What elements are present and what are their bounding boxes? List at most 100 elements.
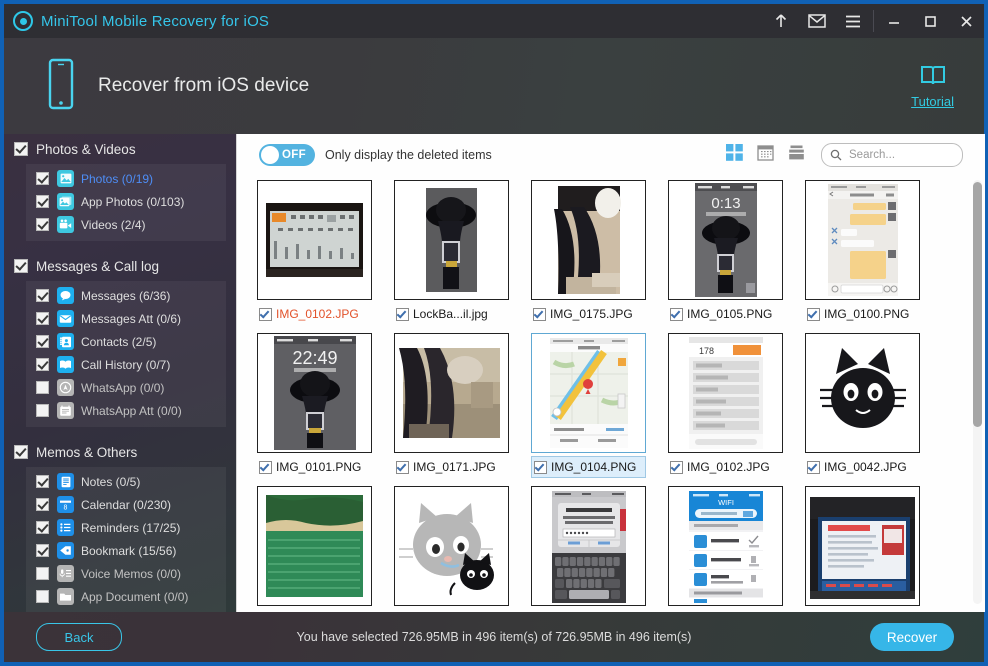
thumbnail[interactable] bbox=[531, 486, 646, 606]
minimize-icon[interactable] bbox=[876, 4, 912, 38]
thumbnail[interactable] bbox=[394, 180, 509, 300]
sidebar-group-memos-items: Notes (0/5) 8 Calendar (0/230) Reminders… bbox=[26, 467, 226, 612]
thumbnail[interactable] bbox=[394, 333, 509, 453]
search-box[interactable] bbox=[821, 143, 963, 167]
thumbnail[interactable]: 178 bbox=[668, 333, 783, 453]
sidebar-group-memos-others[interactable]: Memos & Others bbox=[4, 439, 236, 465]
sidebar-group-photos-videos[interactable]: Photos & Videos bbox=[4, 136, 236, 162]
item-checkbox[interactable] bbox=[807, 460, 820, 474]
thumbnail[interactable]: 0:13 bbox=[668, 180, 783, 300]
grid-item-selected[interactable]: IMG_0104.PNG bbox=[531, 333, 646, 478]
grid-item[interactable] bbox=[257, 486, 372, 612]
item-checkbox[interactable] bbox=[36, 590, 49, 603]
calendar-view-icon[interactable] bbox=[757, 144, 774, 166]
item-checkbox[interactable] bbox=[396, 307, 409, 321]
back-button[interactable]: Back bbox=[36, 623, 122, 651]
thumbnail[interactable]: 22:49 bbox=[257, 333, 372, 453]
grid-item[interactable]: 178 IMG_0102.JPG bbox=[668, 333, 783, 478]
mail-icon[interactable] bbox=[799, 4, 835, 38]
thumbnail[interactable] bbox=[257, 486, 372, 606]
item-checkbox[interactable] bbox=[36, 381, 49, 394]
item-checkbox[interactable] bbox=[36, 498, 49, 511]
item-checkbox[interactable] bbox=[36, 172, 49, 185]
page-header: Recover from iOS device Tutorial bbox=[4, 38, 984, 134]
item-checkbox[interactable] bbox=[36, 358, 49, 371]
item-checkbox[interactable] bbox=[670, 460, 683, 474]
thumbnail[interactable] bbox=[257, 180, 372, 300]
sidebar-item-photos[interactable]: Photos (0/19) bbox=[26, 167, 226, 190]
grid-item[interactable]: IMG_0100.PNG bbox=[805, 180, 920, 325]
thumbnail[interactable] bbox=[805, 486, 920, 606]
recover-button[interactable]: Recover bbox=[870, 623, 954, 651]
search-input[interactable] bbox=[847, 148, 951, 162]
item-checkbox[interactable] bbox=[259, 460, 272, 474]
tutorial-link[interactable]: Tutorial bbox=[911, 64, 954, 109]
sidebar-item-videos[interactable]: Videos (2/4) bbox=[26, 213, 226, 236]
book-icon bbox=[920, 64, 946, 91]
item-checkbox[interactable] bbox=[534, 460, 547, 474]
item-checkbox[interactable] bbox=[670, 307, 683, 321]
item-checkbox[interactable] bbox=[259, 307, 272, 321]
upgrade-icon[interactable] bbox=[763, 4, 799, 38]
thumbnail[interactable] bbox=[394, 486, 509, 606]
thumbnail[interactable] bbox=[531, 180, 646, 300]
menu-icon[interactable] bbox=[835, 4, 871, 38]
sidebar-item-app-document[interactable]: App Document (0/0) bbox=[26, 585, 226, 608]
grid-item[interactable]: LockBa...il.jpg bbox=[394, 180, 509, 325]
grid-item[interactable]: IMG_0102.JPG bbox=[257, 180, 372, 325]
list-view-icon[interactable] bbox=[788, 144, 805, 166]
thumbnail[interactable]: WIFI bbox=[668, 486, 783, 606]
svg-text:0:13: 0:13 bbox=[711, 195, 740, 212]
sidebar-group-messages-calllog[interactable]: Messages & Call log bbox=[4, 253, 236, 279]
sidebar-item-voice-memos[interactable]: Voice Memos (0/0) bbox=[26, 562, 226, 585]
sidebar-item-app-photos[interactable]: App Photos (0/103) bbox=[26, 190, 226, 213]
group-checkbox[interactable] bbox=[14, 259, 28, 273]
item-checkbox[interactable] bbox=[36, 195, 49, 208]
reminders-icon bbox=[57, 519, 74, 536]
item-checkbox[interactable] bbox=[36, 312, 49, 325]
content-scrollbar[interactable] bbox=[973, 180, 982, 604]
item-checkbox[interactable] bbox=[396, 460, 409, 474]
whatsapp-icon bbox=[57, 379, 74, 396]
grid-item[interactable]: IMG_0175.JPG bbox=[531, 180, 646, 325]
item-checkbox[interactable] bbox=[533, 307, 546, 321]
grid-view-icon[interactable] bbox=[726, 144, 743, 166]
item-checkbox[interactable] bbox=[36, 544, 49, 557]
thumbnail[interactable] bbox=[805, 180, 920, 300]
grid-item[interactable]: IMG_0171.JPG bbox=[394, 333, 509, 478]
sidebar-item-bookmark[interactable]: Bookmark (15/56) bbox=[26, 539, 226, 562]
grid-item[interactable] bbox=[805, 486, 920, 612]
item-checkbox[interactable] bbox=[36, 289, 49, 302]
item-checkbox[interactable] bbox=[36, 218, 49, 231]
sidebar-item-notes[interactable]: Notes (0/5) bbox=[26, 470, 226, 493]
item-checkbox[interactable] bbox=[36, 521, 49, 534]
sidebar-item-reminders[interactable]: Reminders (17/25) bbox=[26, 516, 226, 539]
sidebar-item-whatsapp[interactable]: WhatsApp (0/0) bbox=[26, 376, 226, 399]
grid-item[interactable]: 0:13 IMG_0105.PNG bbox=[668, 180, 783, 325]
grid-item[interactable]: WIFI bbox=[668, 486, 783, 612]
maximize-icon[interactable] bbox=[912, 4, 948, 38]
sidebar-item-messages-att[interactable]: Messages Att (0/6) bbox=[26, 307, 226, 330]
close-icon[interactable] bbox=[948, 4, 984, 38]
item-checkbox[interactable] bbox=[36, 335, 49, 348]
item-checkbox[interactable] bbox=[36, 475, 49, 488]
sidebar-item-call-history[interactable]: Call History (0/7) bbox=[26, 353, 226, 376]
item-checkbox[interactable] bbox=[36, 404, 49, 417]
sidebar-item-contacts[interactable]: Contacts (2/5) bbox=[26, 330, 226, 353]
item-checkbox[interactable] bbox=[807, 307, 820, 321]
sidebar-item-whatsapp-att[interactable]: WhatsApp Att (0/0) bbox=[26, 399, 226, 422]
sidebar-item-messages[interactable]: Messages (6/36) bbox=[26, 284, 226, 307]
sidebar-item-calendar[interactable]: 8 Calendar (0/230) bbox=[26, 493, 226, 516]
grid-item[interactable]: 22:49 IMG_0101.PNG bbox=[257, 333, 372, 478]
scrollbar-thumb[interactable] bbox=[973, 182, 982, 427]
group-checkbox[interactable] bbox=[14, 142, 28, 156]
grid-item[interactable] bbox=[531, 486, 646, 612]
item-checkbox[interactable] bbox=[36, 567, 49, 580]
group-checkbox[interactable] bbox=[14, 445, 28, 459]
grid-item[interactable]: IMG_0042.JPG bbox=[805, 333, 920, 478]
thumbnail[interactable] bbox=[531, 333, 646, 453]
deleted-items-toggle[interactable]: OFF bbox=[259, 144, 315, 166]
thumbnail[interactable] bbox=[805, 333, 920, 453]
grid-item[interactable] bbox=[394, 486, 509, 612]
file-name: IMG_0102.JPG bbox=[276, 307, 359, 321]
